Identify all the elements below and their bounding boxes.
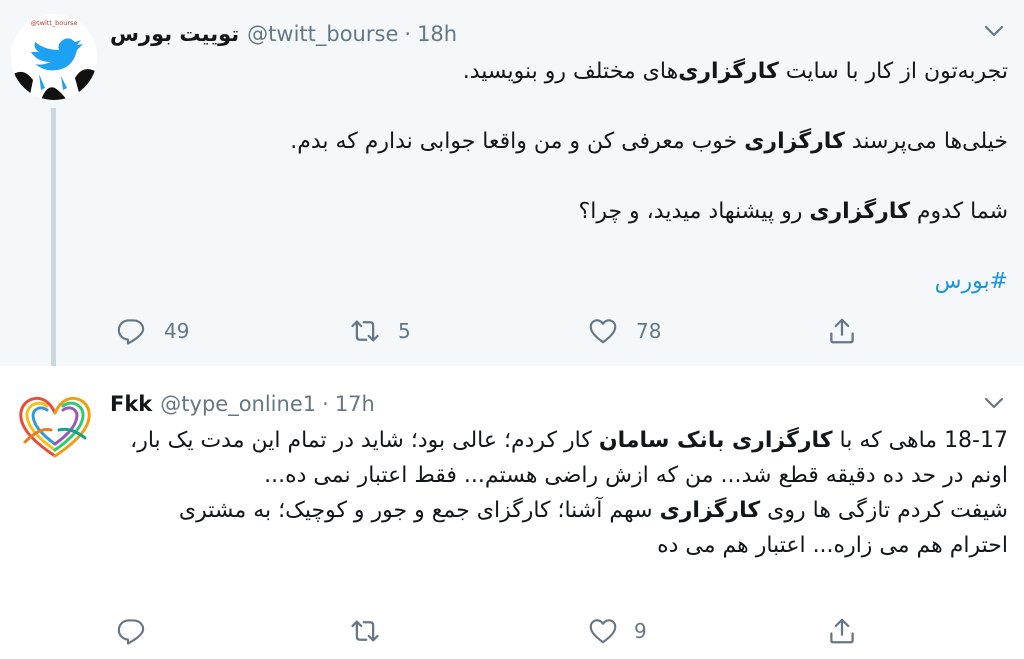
reply-button[interactable]: 49 — [116, 316, 189, 346]
chevron-down-icon[interactable] — [984, 24, 1004, 38]
reply-icon — [117, 319, 145, 345]
timestamp[interactable]: 17h — [335, 392, 375, 416]
hashtag-line: #بورس — [115, 264, 1008, 299]
bold-text-run: کارگزاری — [809, 199, 910, 224]
like-button[interactable]: 9 — [588, 616, 647, 646]
user-handle[interactable]: @type_online1 — [160, 392, 316, 416]
share-button[interactable] — [827, 616, 857, 646]
heart-icon — [589, 619, 617, 644]
thread-connector-line — [51, 108, 56, 378]
display-name[interactable]: Fkk — [110, 392, 152, 416]
retweet-icon — [351, 320, 379, 342]
text-run: تجربه‌تون از کار با سایت — [778, 59, 1008, 84]
bird-logo-icon: @twitt_bourse — [11, 14, 97, 100]
separator-dot: · — [322, 392, 329, 416]
avatar-twitt-bourse[interactable]: @twitt_bourse — [11, 14, 97, 100]
text-run: 18-17 ماهی که با — [832, 428, 1008, 453]
tweet-1[interactable]: @twitt_bourse توییت بورس @twitt_bourse ·… — [0, 0, 1024, 378]
text-run: رو پیشنهاد میدید، و چرا؟ — [578, 199, 810, 224]
hashtag-link[interactable]: #بورس — [935, 269, 1008, 294]
like-count: 9 — [634, 619, 647, 643]
text-run: خیلی‌ها می‌پرسند — [844, 129, 1008, 154]
text-run: خوب معرفی کن و من واقعا جوابی ندارم که ب… — [290, 129, 745, 154]
reply-count: 49 — [164, 319, 190, 343]
timestamp[interactable]: 18h — [417, 22, 457, 46]
avatar-label: @twitt_bourse — [31, 19, 78, 27]
reply-icon — [117, 619, 145, 645]
tweet-header: توییت بورس @twitt_bourse · 18h — [110, 18, 457, 50]
tweet-paragraph: شیفت کردم تازگی ها روی کارگزاری سهم آشنا… — [115, 493, 1008, 563]
bold-text-run: کارگزاری — [744, 129, 845, 154]
rainbow-heart-icon — [11, 382, 99, 470]
text-run: ‌های مختلف رو بنویسید. — [462, 59, 679, 84]
tweet-actions: 9 — [110, 616, 870, 646]
separator-dot: · — [404, 22, 412, 46]
bold-text-run: کارگزاری بانک سامان — [598, 428, 833, 453]
like-button[interactable]: 78 — [588, 316, 661, 346]
display-name[interactable]: توییت بورس — [110, 22, 239, 46]
avatar-fkk[interactable] — [11, 382, 99, 470]
retweet-button[interactable]: 5 — [350, 316, 411, 346]
tweet-actions: 49 5 78 — [110, 316, 870, 346]
text-run: شیفت کردم تازگی ها روی — [760, 498, 1008, 523]
like-count: 78 — [636, 319, 662, 343]
bold-text-run: کارگزاری — [678, 59, 779, 84]
tweet-paragraph: خیلی‌ها می‌پرسند کارگزاری خوب معرفی کن و… — [115, 124, 1008, 159]
tweet-text: 18-17 ماهی که با کارگزاری بانک سامان کار… — [115, 423, 1008, 563]
retweet-count: 5 — [398, 319, 411, 343]
tweet-header: Fkk @type_online1 · 17h — [110, 388, 375, 420]
tweet-paragraph: تجربه‌تون از کار با سایت کارگزاری‌های مخ… — [115, 54, 1008, 89]
text-run: شما کدوم — [909, 199, 1008, 224]
tweet-2[interactable]: Fkk @type_online1 · 17h 18-17 ماهی که با… — [0, 366, 1024, 659]
reply-button[interactable] — [116, 616, 164, 646]
tweet-text: تجربه‌تون از کار با سایت کارگزاری‌های مخ… — [115, 54, 1008, 299]
user-handle[interactable]: @twitt_bourse — [247, 22, 398, 46]
retweet-icon — [351, 620, 379, 642]
tweet-paragraph: 18-17 ماهی که با کارگزاری بانک سامان کار… — [115, 423, 1008, 493]
chevron-down-icon[interactable] — [984, 396, 1004, 410]
retweet-button[interactable] — [350, 616, 398, 646]
share-icon — [830, 618, 854, 644]
heart-icon — [589, 319, 617, 344]
share-icon — [830, 318, 854, 344]
tweet-paragraph: شما کدوم کارگزاری رو پیشنهاد میدید، و چر… — [115, 194, 1008, 229]
bold-text-run: کارگزاری — [659, 498, 761, 523]
share-button[interactable] — [827, 316, 857, 346]
